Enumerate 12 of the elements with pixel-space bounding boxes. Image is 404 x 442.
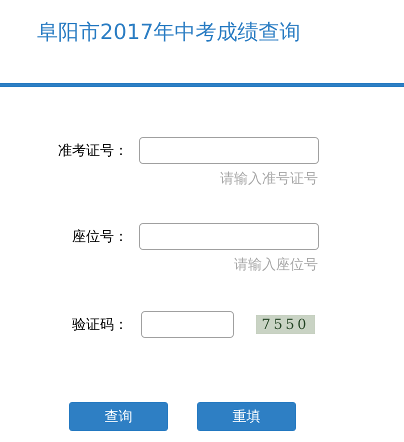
page-title: 阜阳市2017年中考成绩查询	[37, 19, 300, 46]
field-hint: 请输入座位号	[234, 256, 318, 275]
query-button[interactable]: 查询	[69, 402, 168, 431]
input-field[interactable]	[139, 223, 319, 250]
input-field[interactable]	[139, 137, 319, 164]
field-label: 座位号：	[71, 228, 128, 246]
reset-button[interactable]: 重填	[197, 402, 296, 431]
input-field[interactable]	[141, 311, 234, 338]
field-label: 准考证号：	[57, 142, 128, 160]
captcha-image: 7550	[256, 315, 315, 334]
field-hint: 请输入准号证号	[220, 170, 318, 189]
field-label: 验证码：	[71, 316, 128, 334]
